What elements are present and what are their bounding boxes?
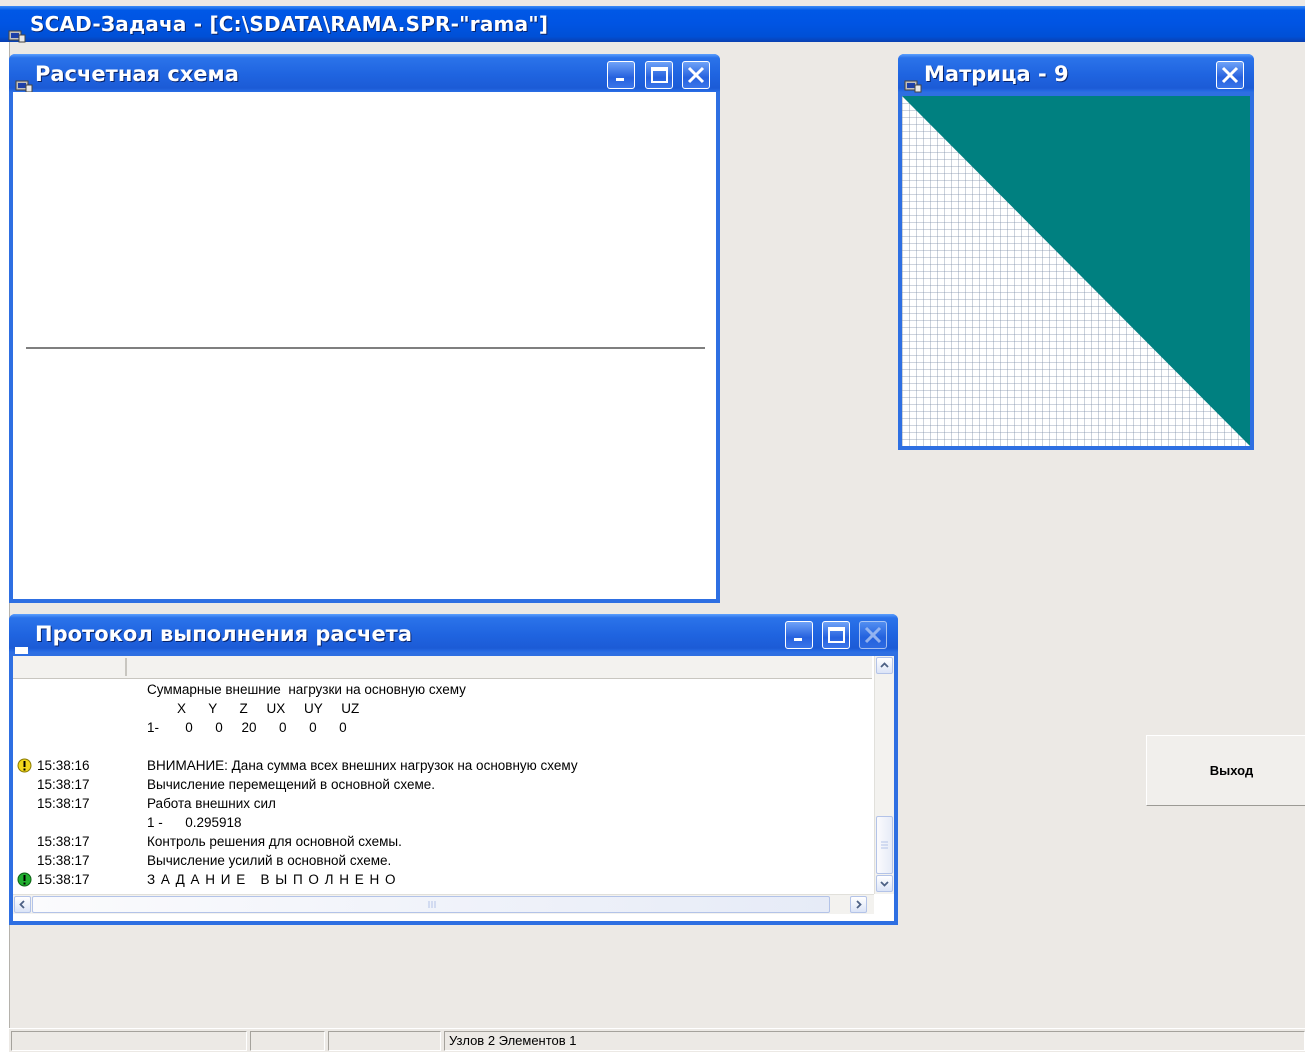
log-row: 15:38:17 Вычисление перемещений в основн… (13, 775, 872, 794)
scheme-window: Расчетная схема (9, 54, 720, 603)
log-text: ВНИМАНИЕ: Дана сумма всех внешних нагруз… (147, 758, 578, 773)
log-window: Протокол выполнения расчета Суммарные вн… (9, 614, 898, 925)
log-row (13, 737, 872, 756)
scroll-left-button[interactable] (14, 896, 31, 913)
scheme-window-icon (15, 66, 33, 93)
scroll-down-button[interactable] (876, 875, 893, 892)
success-icon (17, 872, 32, 892)
log-time: 15:38:17 (37, 834, 90, 849)
log-content[interactable]: Суммарные внешние нагрузки на основную с… (13, 656, 894, 921)
log-column-separator[interactable] (125, 658, 127, 676)
log-row: 1 - 0.295918 (13, 813, 872, 832)
scroll-thumb[interactable] (876, 816, 893, 874)
status-counts: Узлов 2 Элементов 1 (444, 1031, 1305, 1051)
log-time: 15:38:17 (37, 872, 90, 887)
log-text: Суммарные внешние нагрузки на основную с… (147, 682, 466, 697)
log-text: X Y Z UX UY UZ (147, 701, 360, 716)
log-time: 15:38:16 (37, 758, 90, 773)
minimize-button[interactable] (785, 621, 813, 649)
matrix-window: Матрица - 9 (898, 54, 1254, 450)
scroll-thumb[interactable] (32, 896, 830, 913)
matrix-window-titlebar[interactable]: Матрица - 9 (898, 54, 1254, 93)
status-cell (328, 1031, 441, 1051)
app-title: SCAD-Задача - [C:\SDATA\RAMA.SPR-"rama"] (30, 12, 549, 36)
scheme-drawing (26, 347, 705, 349)
close-button[interactable] (1216, 61, 1244, 89)
log-row: 15:38:17 Вычисление усилий в основной сх… (13, 851, 872, 870)
log-time: 15:38:17 (37, 853, 90, 868)
log-text: Работа внешних сил (147, 796, 276, 811)
log-window-title: Протокол выполнения расчета (35, 622, 413, 646)
log-horizontal-scrollbar[interactable] (13, 894, 874, 914)
log-text: 1- 0 0 20 0 0 0 (147, 720, 347, 735)
status-bar: Узлов 2 Элементов 1 (9, 1028, 1305, 1052)
scheme-window-title: Расчетная схема (35, 62, 239, 86)
log-time: 15:38:17 (37, 777, 90, 792)
scroll-up-button[interactable] (876, 657, 893, 674)
matrix-window-title: Матрица - 9 (924, 62, 1069, 86)
log-vertical-scrollbar[interactable] (874, 656, 894, 894)
log-row: 15:38:16 ВНИМАНИЕ: Дана сумма всех внешн… (13, 756, 872, 775)
log-row: 15:38:17 Контроль решения для основной с… (13, 832, 872, 851)
matrix-canvas (902, 96, 1250, 446)
matrix-drawing (902, 96, 1250, 446)
minimize-button[interactable] (607, 61, 635, 89)
exit-button[interactable]: Выход (1146, 735, 1305, 806)
matrix-window-icon (904, 66, 922, 93)
log-text: Вычисление усилий в основной схеме. (147, 853, 392, 868)
maximize-button[interactable] (645, 61, 673, 89)
log-time: 15:38:17 (37, 796, 90, 811)
log-text: Вычисление перемещений в основной схеме. (147, 777, 436, 792)
log-text: Контроль решения для основной схемы. (147, 834, 402, 849)
log-column-header[interactable] (13, 656, 872, 679)
status-cell (11, 1031, 247, 1051)
app-icon (8, 18, 26, 43)
log-text: 1 - 0.295918 (147, 815, 242, 830)
log-text: З А Д А Н И Е В Ы П О Л Н Е Н О (147, 872, 397, 887)
close-button[interactable] (682, 61, 710, 89)
log-window-icon (15, 629, 31, 654)
log-row: 15:38:17 Работа внешних сил (13, 794, 872, 813)
log-window-titlebar[interactable]: Протокол выполнения расчета (9, 614, 898, 654)
log-list: Суммарные внешние нагрузки на основную с… (13, 680, 872, 894)
app-titlebar[interactable]: SCAD-Задача - [C:\SDATA\RAMA.SPR-"rama"] (0, 6, 1305, 43)
log-row: Суммарные внешние нагрузки на основную с… (13, 680, 872, 699)
close-button[interactable] (859, 621, 887, 649)
maximize-button[interactable] (822, 621, 850, 649)
log-row: 1- 0 0 20 0 0 0 (13, 718, 872, 737)
scroll-right-button[interactable] (850, 896, 867, 913)
scheme-window-titlebar[interactable]: Расчетная схема (9, 54, 720, 93)
scheme-canvas[interactable] (13, 92, 716, 599)
log-row: 15:38:17 З А Д А Н И Е В Ы П О Л Н Е Н О (13, 870, 872, 889)
status-cell (250, 1031, 325, 1051)
log-row: X Y Z UX UY UZ (13, 699, 872, 718)
